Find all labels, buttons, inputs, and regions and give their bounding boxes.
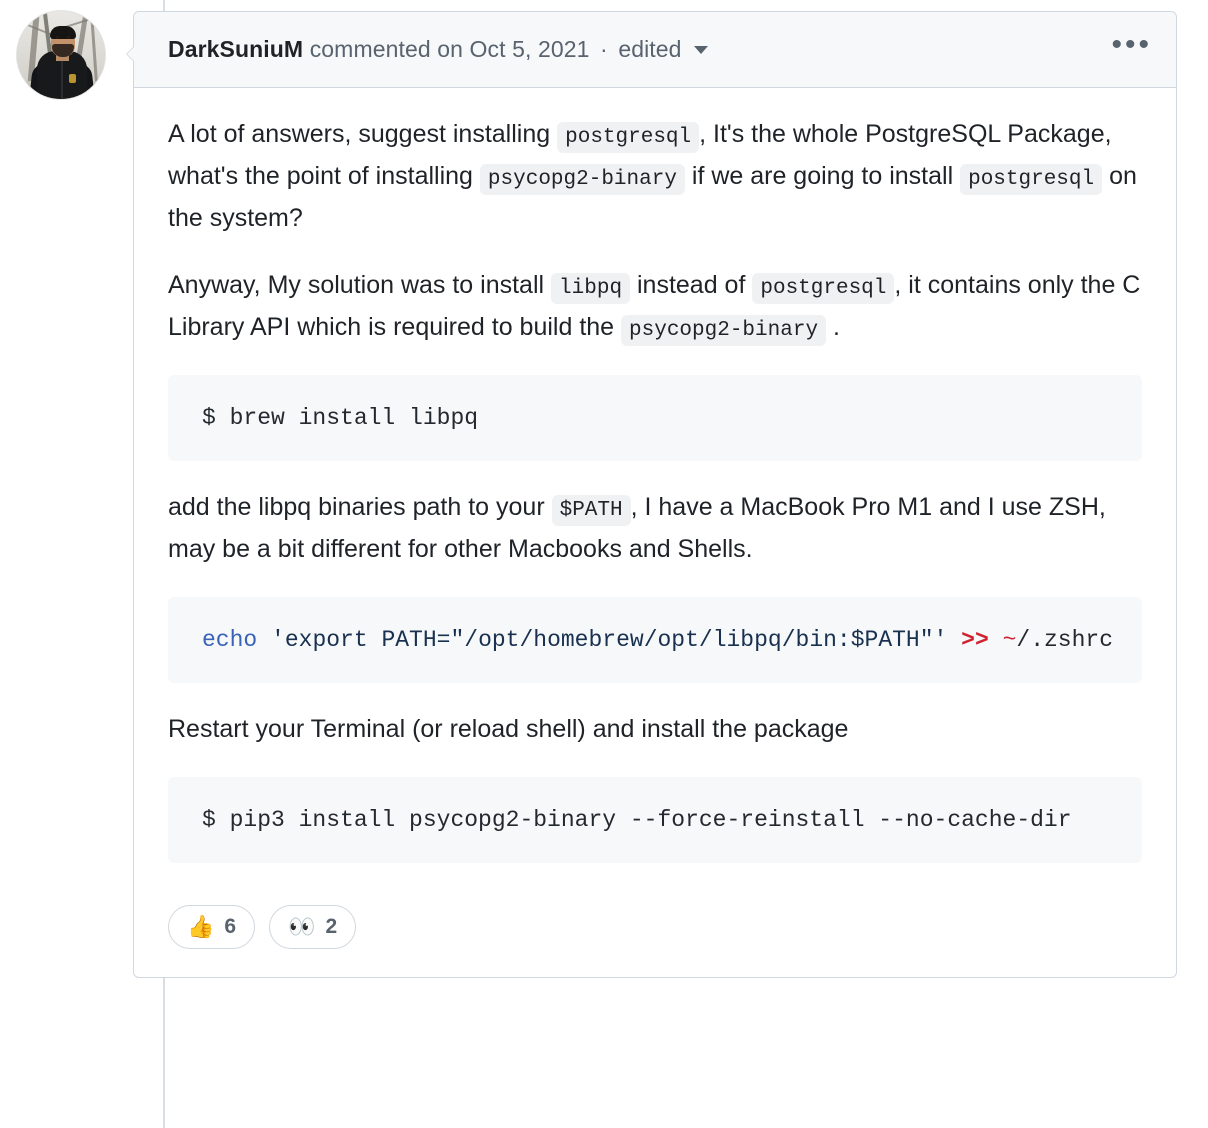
reaction-count: 6: [224, 915, 237, 939]
paragraph-3: add the libpq binaries path to your $PAT…: [168, 493, 1106, 564]
avatar-person-eye: [67, 36, 70, 39]
inline-code: $PATH: [551, 495, 631, 527]
code-token-kw: echo: [202, 626, 258, 653]
comment-byline: DarkSuniuM commented on Oct 5, 2021 · ed…: [168, 36, 708, 63]
inline-code: postgresql: [752, 273, 895, 305]
byline-separator: ·: [600, 36, 608, 62]
eyes-icon: 👀: [288, 914, 316, 940]
code-token-str: 'export PATH="/opt/homebrew/opt/libpq/bi…: [271, 626, 948, 653]
reaction-thumbs-up[interactable]: 👍 6: [168, 905, 256, 950]
inline-code: psycopg2-binary: [479, 163, 685, 195]
avatar-person-hair: [50, 26, 76, 39]
inline-code: postgresql: [557, 122, 700, 153]
avatar-person-logo: [69, 74, 76, 83]
paragraph-4: Restart your Terminal (or reload shell) …: [168, 715, 849, 744]
code-token-plain: /.zshrc: [1016, 626, 1114, 653]
comment-body: A lot of answers, suggest installing pos…: [134, 88, 1176, 864]
code-token-op: >>: [961, 626, 989, 653]
comment-edited-label[interactable]: edited: [618, 36, 681, 62]
reaction-count: 2: [325, 915, 338, 939]
comment-action-text: commented on: [309, 36, 464, 62]
comment-arrow-fill: [127, 46, 135, 62]
code-token-plain: $ brew install libpq: [202, 404, 479, 431]
comment-timestamp[interactable]: Oct 5, 2021: [470, 36, 590, 62]
code-block-echo-path[interactable]: echo 'export PATH="/opt/homebrew/opt/lib…: [168, 596, 1142, 684]
avatar-person-zipper: [61, 57, 63, 99]
kebab-menu-icon[interactable]: •••: [1105, 29, 1158, 68]
avatar-image: [17, 11, 105, 99]
inline-code: postgresql: [960, 163, 1103, 195]
code-token-plain: $ pip3 install psycopg2-binary --force-r…: [202, 806, 1072, 833]
avatar[interactable]: [17, 11, 105, 99]
thumbs-up-icon: 👍: [187, 914, 215, 940]
chevron-down-icon[interactable]: [693, 46, 708, 54]
inline-code: psycopg2-binary: [621, 315, 827, 347]
code-block-brew-install[interactable]: $ brew install libpq: [168, 374, 1142, 462]
comment-card: DarkSuniuM commented on Oct 5, 2021 · ed…: [126, 11, 1177, 979]
code-block-pip3-install[interactable]: $ pip3 install psycopg2-binary --force-r…: [168, 776, 1142, 864]
github-comment-page: DarkSuniuM commented on Oct 5, 2021 · ed…: [0, 0, 1208, 1128]
avatar-person-eye: [56, 36, 59, 39]
reaction-eyes[interactable]: 👀 2: [269, 905, 357, 950]
reaction-bar: 👍 6 👀 2: [134, 889, 1176, 977]
paragraph-1: A lot of answers, suggest installing pos…: [168, 120, 1137, 232]
comment-header: DarkSuniuM commented on Oct 5, 2021 · ed…: [134, 12, 1176, 88]
comment-author-link[interactable]: DarkSuniuM: [168, 36, 303, 62]
paragraph-2: Anyway, My solution was to install libpq…: [168, 265, 1142, 349]
inline-code: libpq: [551, 273, 631, 305]
code-token-tilde: ~: [1002, 626, 1017, 653]
